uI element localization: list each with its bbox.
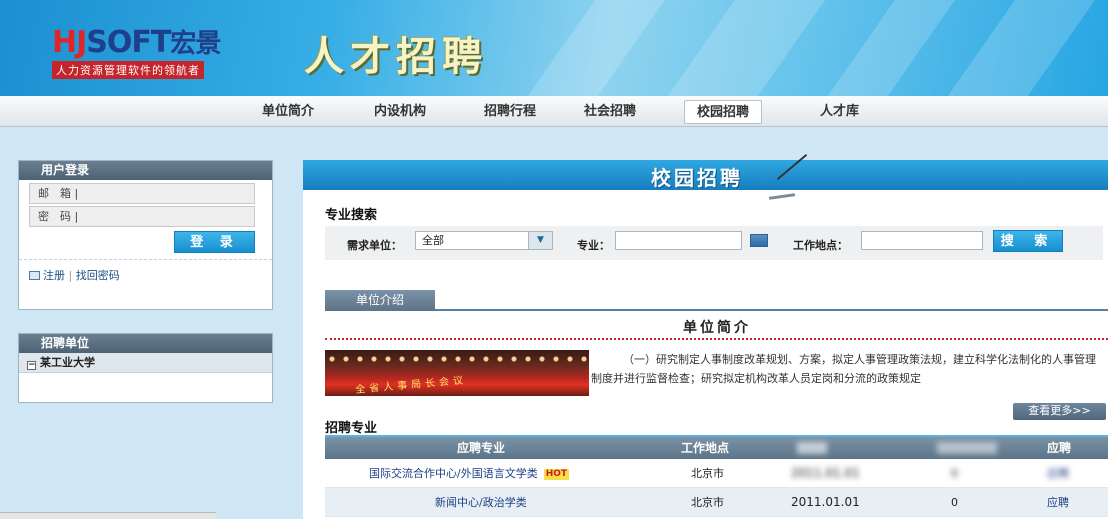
register-link[interactable]: 注册 (43, 269, 65, 282)
password-label: 密 码 | (38, 210, 79, 223)
logo-slogan: 人力资源管理软件的领航者 (52, 61, 204, 79)
unit-label: 某工业大学 (40, 356, 95, 369)
search-bar: 需求单位： 全部 ▼ 专业： 工作地点： 搜 索 (325, 226, 1103, 260)
table-row: 新闻中心/政治学类 北京市 2011.01.01 0 应聘 (325, 488, 1108, 517)
location-input[interactable] (861, 231, 983, 250)
main-nav: 单位简介 内设机构 招聘行程 社会招聘 校园招聘 人才库 (0, 96, 1108, 127)
row-major[interactable]: 新闻中心/政治学类 (435, 488, 527, 517)
table-header: 应聘专业 工作地点 应聘 (325, 437, 1108, 459)
row-apply-link[interactable]: 应聘 (1047, 459, 1069, 488)
row-count: 0 (951, 467, 958, 480)
login-panel: 用户登录 邮 箱 | 密 码 | 登 录 注册 | 找回密码 (18, 160, 273, 310)
demand-unit-label: 需求单位： (347, 239, 402, 252)
row-date: 2011.01.01 (791, 495, 860, 509)
photo-caption: 全省人事局长会议 (354, 375, 468, 396)
demand-unit-value: 全部 (422, 234, 444, 247)
search-section-title: 专业搜索 (325, 208, 378, 223)
login-links: 注册 | 找回密码 (29, 267, 120, 283)
header-location: 工作地点 (681, 441, 730, 455)
photo-lights (325, 354, 589, 364)
collapse-icon[interactable]: − (27, 361, 36, 370)
pen-shadow (768, 193, 796, 200)
unit-tree-item[interactable]: − 某工业大学 (19, 353, 272, 373)
view-more-button[interactable]: 查看更多>> (1013, 403, 1106, 420)
row-location: 北京市 (691, 467, 724, 480)
header-date-blurred (797, 442, 827, 454)
main-content: 校园招聘 专业搜索 需求单位： 全部 ▼ 专业： 工作地点： 搜 索 单位介绍 … (303, 154, 1108, 519)
intro-text: （一）研究制定人事制度改革规划、方案，拟定人事管理政策法规，建立科学化法制化的人… (591, 353, 1096, 385)
page-title: 校园招聘 (651, 166, 743, 190)
company-logo: HJSOFT宏景 人力资源管理软件的领航者 (52, 25, 221, 79)
row-date: 2011.01.01 (791, 466, 860, 480)
major-label: 专业： (577, 239, 610, 252)
nav-item-social-recruit[interactable]: 社会招聘 (572, 100, 648, 124)
header-apply: 应聘 (1047, 441, 1072, 455)
nav-item-departments[interactable]: 内设机构 (362, 100, 438, 124)
row-major[interactable]: 国际交流合作中心/外国语言文学类 HOT (369, 459, 570, 488)
units-panel: 招聘单位 − 某工业大学 (18, 333, 273, 403)
nav-item-campus-recruit[interactable]: 校园招聘 (684, 100, 763, 124)
login-panel-title: 用户登录 (19, 161, 272, 180)
link-separator: | (68, 269, 73, 282)
logo-soft: SOFT (86, 25, 171, 60)
password-field[interactable]: 密 码 | (29, 206, 255, 227)
major-input[interactable] (615, 231, 742, 250)
main-header: 校园招聘 (303, 154, 1108, 190)
row-major-text: 国际交流合作中心/外国语言文学类 (369, 467, 538, 480)
email-label: 邮 箱 | (38, 187, 79, 200)
intro-title: 单位简介 (683, 320, 751, 336)
table-row: 国际交流合作中心/外国语言文学类 HOT 北京市 2011.01.01 0 应聘 (325, 459, 1108, 488)
logo-cn: 宏景 (170, 29, 221, 59)
red-dotted-divider (325, 338, 1108, 342)
email-field[interactable]: 邮 箱 | (29, 183, 255, 204)
nav-item-about[interactable]: 单位简介 (250, 100, 326, 124)
meeting-photo: 全省人事局长会议 (325, 350, 589, 396)
hot-badge: HOT (543, 469, 570, 480)
pen-icon (776, 154, 808, 180)
nav-item-schedule[interactable]: 招聘行程 (472, 100, 548, 124)
tab-unit-intro[interactable]: 单位介绍 (325, 290, 435, 311)
majors-section-title: 招聘专业 (325, 421, 378, 436)
logo-hj: HJ (52, 25, 87, 60)
horizontal-scrollbar[interactable] (0, 512, 216, 519)
search-button[interactable]: 搜 索 (993, 230, 1063, 252)
row-location: 北京市 (691, 496, 724, 509)
majors-table: 应聘专业 工作地点 应聘 国际交流合作中心/外国语言文学类 HOT 北京市 201… (325, 435, 1108, 517)
header-banner: HJSOFT宏景 人力资源管理软件的领航者 人才招聘 (0, 0, 1108, 96)
header-count-blurred (937, 442, 997, 454)
header-major: 应聘专业 (457, 441, 506, 455)
row-count: 0 (951, 496, 958, 509)
units-panel-title: 招聘单位 (19, 334, 272, 353)
picker-icon[interactable] (750, 234, 768, 247)
divider (19, 259, 272, 260)
demand-unit-select[interactable]: 全部 ▼ (415, 231, 553, 250)
location-label: 工作地点： (793, 239, 848, 252)
chevron-down-icon[interactable]: ▼ (528, 232, 552, 249)
tab-bar: 单位介绍 (325, 290, 1108, 311)
login-button[interactable]: 登 录 (174, 231, 255, 253)
forgot-password-link[interactable]: 找回密码 (76, 269, 120, 282)
nav-item-talent-pool[interactable]: 人才库 (808, 100, 871, 124)
register-icon (29, 271, 40, 280)
banner-title: 人才招聘 (304, 34, 488, 80)
row-apply-link[interactable]: 应聘 (1047, 488, 1069, 517)
